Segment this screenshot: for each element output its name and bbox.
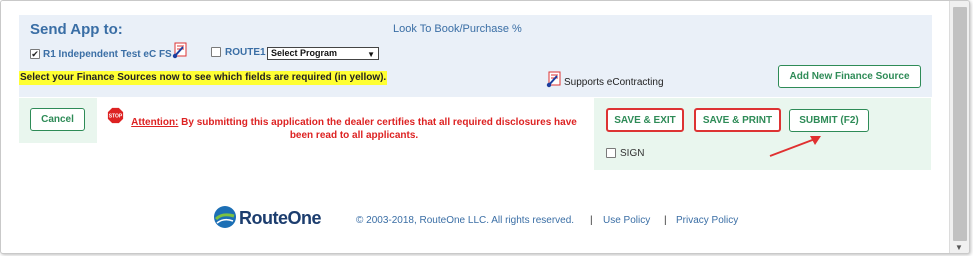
look-to-book-link[interactable]: Look To Book/Purchase % (393, 23, 522, 35)
top-strip (1, 1, 951, 15)
econtracting-legend-icon (546, 71, 561, 88)
cancel-button[interactable]: Cancel (30, 108, 85, 131)
copyright-text: © 2003-2018, RouteOne LLC. All rights re… (356, 215, 575, 226)
routeone-logo-icon (214, 206, 236, 228)
routeone-logo-text: RouteOne (239, 208, 322, 228)
annotation-arrow-icon (769, 136, 821, 157)
actions-panel: SAVE & EXIT SAVE & PRINT SUBMIT (F2) SIG… (594, 98, 931, 170)
finance-source-label-r1: R1 Independent Test eC FS (43, 49, 172, 60)
scrollbar-thumb[interactable] (953, 7, 967, 241)
cancel-panel: Cancel (19, 98, 97, 143)
scroll-down-icon[interactable]: ▼ (955, 243, 963, 252)
attention-head: Attention: (131, 117, 179, 128)
footer-separator: | (664, 215, 667, 226)
footer-separator: | (590, 215, 593, 226)
finance-source-checkbox-route1[interactable] (211, 47, 221, 57)
send-app-panel: Send App to: Look To Book/Purchase % ✔ R… (19, 15, 932, 97)
dropdown-arrow-icon: ▼ (367, 50, 375, 59)
privacy-policy-link[interactable]: Privacy Policy (676, 215, 738, 226)
use-policy-link[interactable]: Use Policy (603, 215, 650, 226)
program-select[interactable]: Select Program ▼ (267, 47, 379, 60)
save-exit-button[interactable]: SAVE & EXIT (606, 108, 684, 132)
finance-source-label-route1: ROUTE1 (225, 47, 266, 58)
attention-text: Attention: By submitting this applicatio… (129, 116, 579, 142)
required-fields-note: Select your Finance Sources now to see w… (19, 71, 388, 85)
econtracting-icon (172, 42, 187, 59)
sign-label: SIGN (620, 148, 645, 159)
sign-checkbox[interactable] (606, 148, 616, 158)
add-finance-source-button[interactable]: Add New Finance Source (778, 65, 921, 88)
finance-source-checkbox-r1[interactable]: ✔ (30, 49, 40, 59)
program-select-value: Select Program (271, 48, 338, 58)
svg-text:STOP: STOP (109, 114, 123, 120)
submit-button[interactable]: SUBMIT (F2) (789, 109, 869, 132)
supports-econtracting-label: Supports eContracting (564, 77, 664, 88)
send-app-title: Send App to: (30, 21, 123, 38)
stop-icon: STOP (107, 107, 124, 124)
footer: RouteOne © 2003-2018, RouteOne LLC. All … (213, 205, 773, 235)
save-print-button[interactable]: SAVE & PRINT (694, 108, 781, 132)
vertical-scrollbar[interactable]: ▼ (949, 1, 969, 253)
attention-body: By submitting this application the deale… (178, 117, 577, 141)
app-window: Send App to: Look To Book/Purchase % ✔ R… (0, 0, 970, 254)
